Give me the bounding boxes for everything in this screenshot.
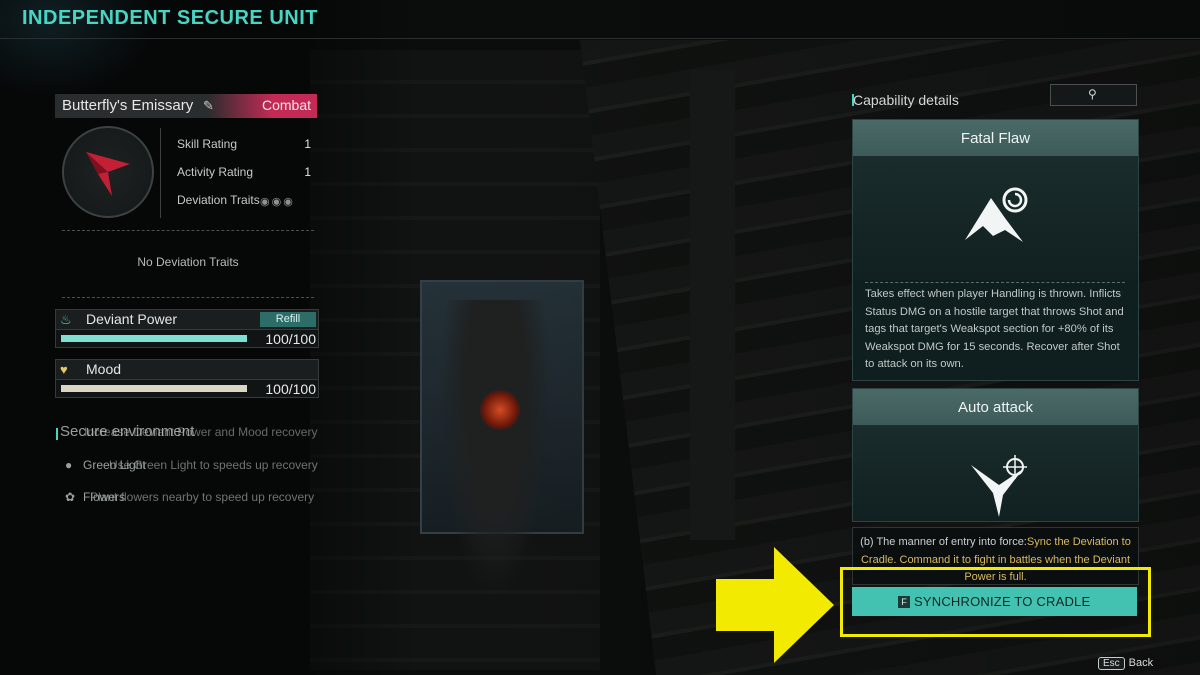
esc-key-icon: Esc (1098, 657, 1125, 670)
skill-rating-label: Skill Rating (177, 137, 238, 151)
capability-title: Auto attack (957, 399, 1034, 416)
secure-environment-title: Secure environment (60, 423, 195, 440)
mood-value: 100/100 (265, 381, 316, 397)
flowers-desc: Plant flowers nearby to speed up recover… (90, 490, 315, 504)
deviant-power-label: Deviant Power (86, 311, 178, 327)
annotation-arrow-icon (716, 547, 834, 663)
capability-description: Takes effect when player Handling is thr… (865, 288, 1124, 371)
capability-card-fatal-flaw: Fatal Flaw Takes effect when player Hand… (852, 119, 1139, 381)
flowers-item: ✿ Flowers Plant flowers nearby to speed u… (65, 490, 314, 504)
skill-rating-value: 1 (304, 137, 311, 151)
flame-icon: ♨ (60, 312, 72, 327)
deviant-power-fill (61, 335, 247, 342)
back-hint[interactable]: Esc Back (1098, 657, 1153, 670)
deviation-emblem-icon (62, 126, 154, 218)
skill-rating-row: Skill Rating 1 (177, 137, 313, 151)
fatal-flaw-icon (853, 156, 1138, 280)
deviation-name: Butterfly's Emissary (62, 97, 194, 114)
search-icon: ⚲ (1088, 87, 1097, 101)
trait-eye-icon: ◉ (271, 196, 284, 208)
trait-slot-icons: ◉◉◉ (260, 195, 295, 208)
green-light-item: ● Green Light Use Green Light to speeds u… (65, 458, 318, 472)
header: INDEPENDENT SECURE UNIT (0, 0, 1200, 39)
heart-icon: ♥ (60, 362, 68, 377)
divider (62, 297, 314, 298)
deviant-power-value: 100/100 (265, 331, 316, 347)
deviation-name-bar: Butterfly's Emissary ✎ Combat (55, 94, 317, 118)
category-label: Combat (261, 97, 311, 113)
green-light-desc: Use Green Light to speeds up recovery (109, 458, 318, 472)
back-label: Back (1128, 657, 1154, 669)
deviation-traits-label: Deviation Traits (177, 193, 260, 207)
mood-label: Mood (86, 361, 122, 377)
refill-button[interactable]: Refill (260, 312, 316, 327)
capability-details-title: Capability details (853, 92, 959, 108)
mood-bar: 100/100 (55, 379, 319, 398)
page-title: INDEPENDENT SECURE UNIT (22, 7, 318, 29)
auto-attack-icon (853, 425, 1138, 521)
trait-eye-icon: ◉ (260, 196, 272, 208)
capability-title: Fatal Flaw (960, 130, 1031, 147)
category-badge: Combat (207, 94, 317, 118)
deviant-power-bar: 100/100 (55, 329, 319, 348)
search-button[interactable]: ⚲ (1050, 84, 1137, 106)
activity-rating-label: Activity Rating (177, 165, 254, 179)
capability-card-auto-attack: Auto attack (852, 388, 1139, 522)
mood-fill (61, 385, 247, 392)
activity-rating-row: Activity Rating 1 (177, 165, 313, 179)
activity-rating-value: 1 (304, 165, 311, 179)
flower-icon: ✿ (65, 490, 76, 504)
divider (62, 230, 314, 231)
no-traits-text: No Deviation Traits (137, 255, 239, 269)
trait-eye-icon: ◉ (283, 196, 295, 208)
lightbulb-icon: ● (65, 458, 73, 472)
entry-prefix: (b) The manner of entry into force: (860, 536, 1027, 548)
annotation-highlight-box (840, 567, 1151, 637)
